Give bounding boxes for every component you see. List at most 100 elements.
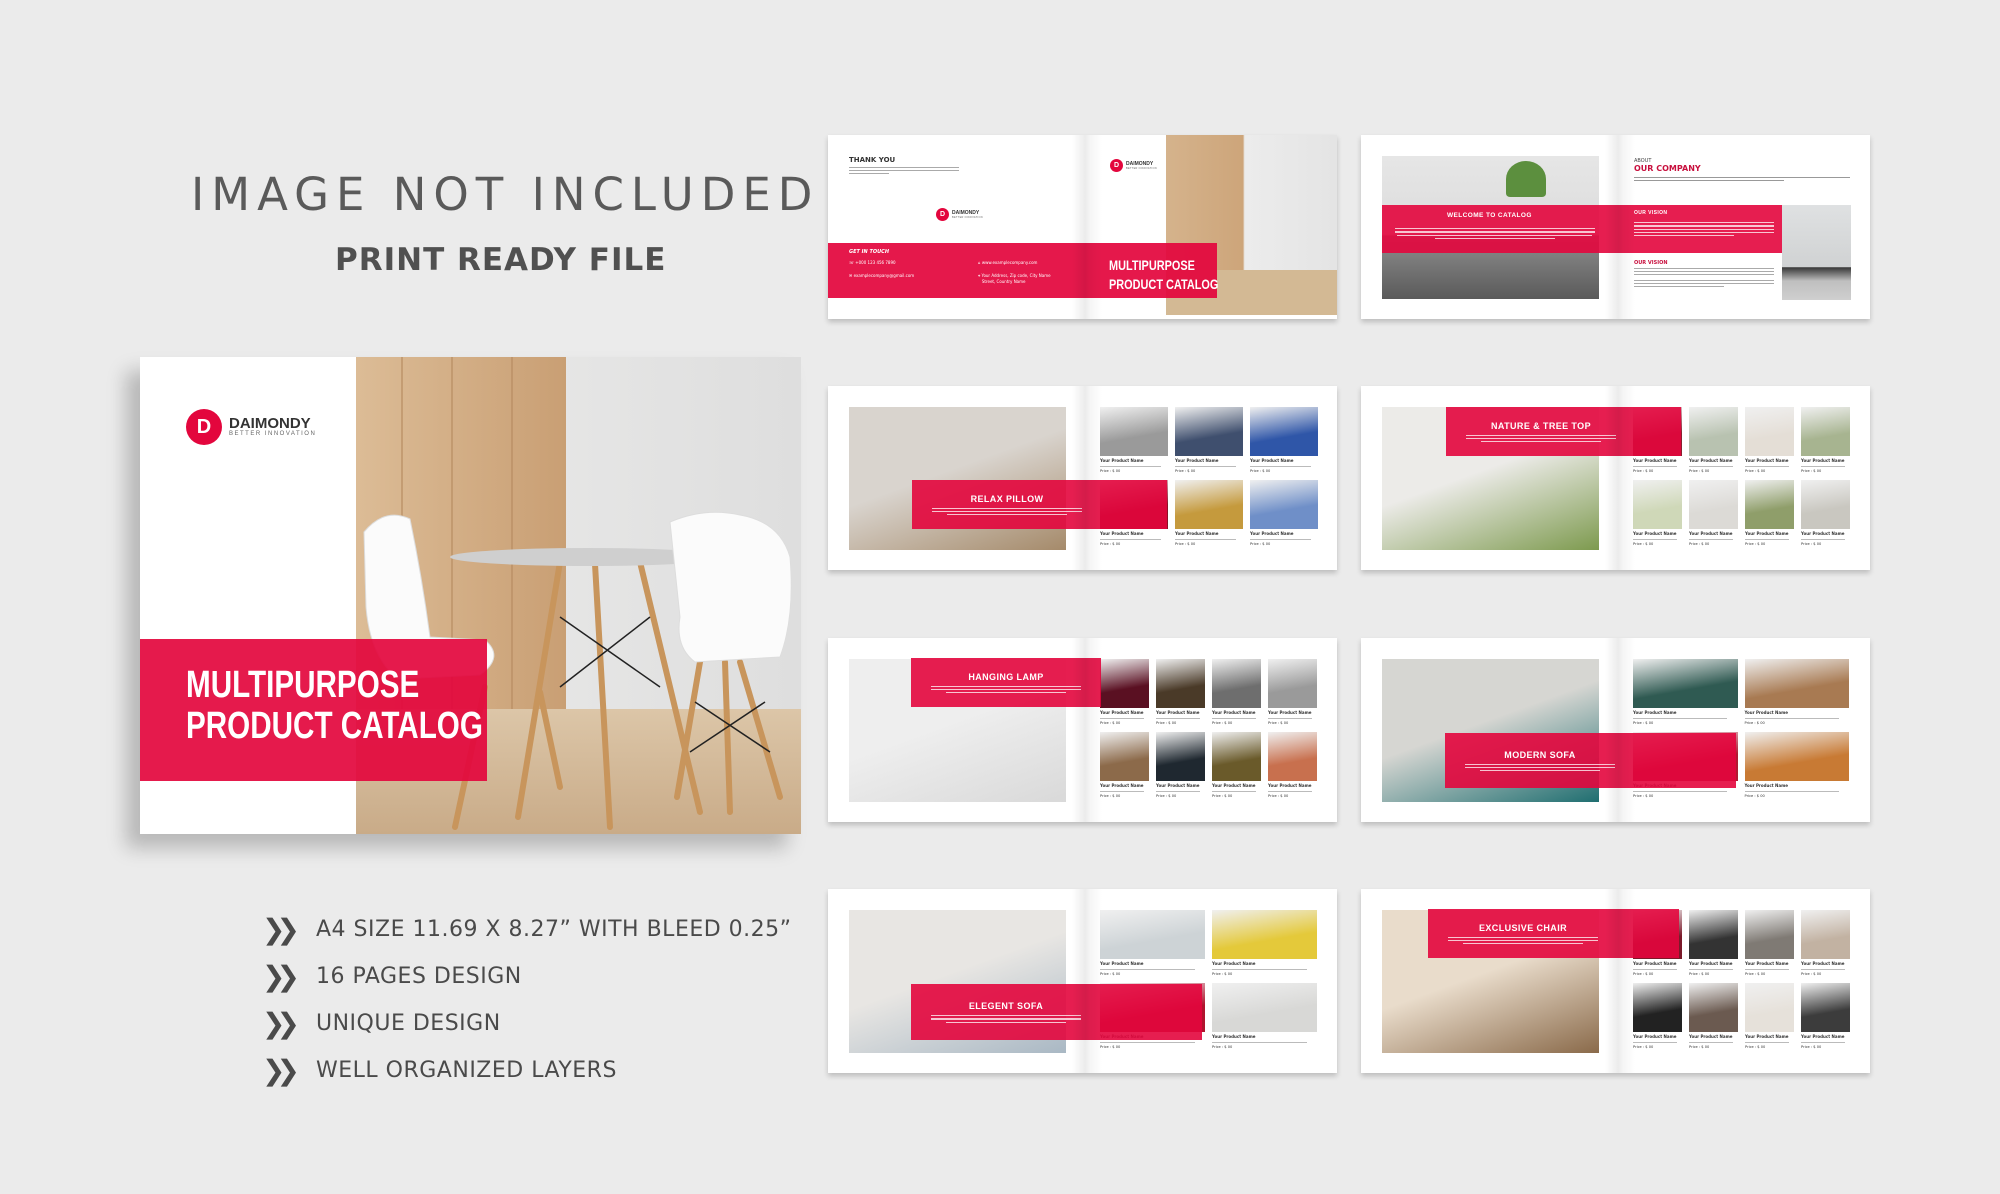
product-photo xyxy=(1801,910,1850,959)
product-card[interactable]: Your Product Name Price : $ 00 xyxy=(1212,910,1317,976)
product-card[interactable]: Your Product Name Price : $ 00 xyxy=(1744,732,1849,798)
product-description xyxy=(1212,717,1257,719)
product-card[interactable]: Your Product Name Price : $ 00 xyxy=(1212,983,1317,1049)
section-title: ELEGENT SOFA xyxy=(968,1001,1044,1012)
section-text xyxy=(1465,763,1615,772)
contact-heading: GET IN TOUCH xyxy=(849,249,890,255)
product-price: Price : $ 00 xyxy=(1633,720,1654,725)
product-card[interactable]: Your Product Name Price : $ 00 xyxy=(1633,983,1682,1049)
product-photo xyxy=(1633,480,1682,529)
product-price: Price : $ 00 xyxy=(1633,793,1654,798)
product-price: Price : $ 00 xyxy=(1156,793,1177,798)
logo-mark-icon: D xyxy=(186,409,222,445)
product-description xyxy=(1689,1041,1734,1043)
product-name: Your Product Name xyxy=(1100,531,1144,536)
product-description xyxy=(1250,465,1312,467)
product-description xyxy=(1100,538,1162,540)
product-card[interactable]: Your Product Name Price : $ 00 xyxy=(1689,480,1738,546)
product-photo xyxy=(1745,983,1794,1032)
spread-exclusive-chair: Your Product Name Price : $ 00 Your Produc… xyxy=(1361,889,1870,1073)
product-name: Your Product Name xyxy=(1689,531,1733,536)
product-price: Price : $ 00 xyxy=(1633,541,1654,546)
product-name: Your Product Name xyxy=(1801,458,1845,463)
product-card[interactable]: Your Product Name Price : $ 00 xyxy=(1801,407,1850,473)
product-card[interactable]: Your Product Name Price : $ 00 xyxy=(1100,910,1205,976)
about-text xyxy=(1634,177,1850,181)
double-chevron-right-icon: ❯❯ xyxy=(262,913,300,946)
product-card[interactable]: Your Product Name Price : $ 00 xyxy=(1633,659,1738,725)
product-price: Price : $ 00 xyxy=(1689,1044,1710,1049)
product-card[interactable]: Your Product Name Price : $ 00 xyxy=(1801,910,1850,976)
product-description xyxy=(1156,790,1201,792)
address-row: ⌖ Your Address, Zip code, City Name Stre… xyxy=(978,273,1051,284)
feature-text: WELL ORGANIZED LAYERS xyxy=(316,1058,617,1083)
product-card[interactable]: Your Product Name Price : $ 00 xyxy=(1175,407,1243,473)
product-price: Price : $ 00 xyxy=(1175,468,1196,473)
feature-item: ❯❯ 16 PAGES DESIGN xyxy=(262,953,792,1000)
section-title: RELAX PILLOW xyxy=(970,493,1044,504)
product-description xyxy=(1744,717,1839,719)
product-card[interactable]: Your Product Name Price : $ 00 xyxy=(1212,659,1261,725)
product-name: Your Product Name xyxy=(1744,710,1788,715)
product-card[interactable]: Your Product Name Price : $ 00 xyxy=(1100,732,1149,798)
product-card[interactable]: Your Product Name Price : $ 00 xyxy=(1156,659,1205,725)
product-photo xyxy=(1156,659,1205,708)
band-content: HANGING LAMP xyxy=(911,672,1101,694)
product-photo xyxy=(1175,480,1243,529)
product-card[interactable]: Your Product Name Price : $ 00 xyxy=(1689,910,1738,976)
product-description xyxy=(1212,1041,1307,1043)
product-name: Your Product Name xyxy=(1268,783,1312,788)
product-card[interactable]: Your Product Name Price : $ 00 xyxy=(1100,659,1149,725)
product-card[interactable]: Your Product Name Price : $ 00 xyxy=(1212,732,1261,798)
section-title: HANGING LAMP xyxy=(968,671,1044,682)
product-card[interactable]: Your Product Name Price : $ 00 xyxy=(1801,480,1850,546)
product-card[interactable]: Your Product Name Price : $ 00 xyxy=(1268,659,1317,725)
product-card[interactable]: Your Product Name Price : $ 00 xyxy=(1745,480,1794,546)
product-price: Price : $ 00 xyxy=(1633,468,1654,473)
product-photo xyxy=(1212,659,1261,708)
product-card[interactable]: Your Product Name Price : $ 00 xyxy=(1689,407,1738,473)
product-card[interactable]: Your Product Name Price : $ 00 xyxy=(1801,983,1850,1049)
contact-band: GET IN TOUCH ☏ +000 123 456 7890 ✉ examp… xyxy=(828,243,1218,298)
feature-item: ❯❯ WELL ORGANIZED LAYERS xyxy=(262,1047,792,1094)
product-photo xyxy=(1633,659,1738,708)
product-card[interactable]: Your Product Name Price : $ 00 xyxy=(1175,480,1243,546)
product-card[interactable]: Your Product Name Price : $ 00 xyxy=(1156,732,1205,798)
band-content: MODERN SOFA xyxy=(1445,750,1635,772)
product-card[interactable]: Your Product Name Price : $ 00 xyxy=(1633,480,1682,546)
product-name: Your Product Name xyxy=(1689,458,1733,463)
product-name: Your Product Name xyxy=(1212,961,1256,966)
title-band: ELEGENT SOFA xyxy=(911,984,1202,1040)
welcome-title: WELCOME TO CATALOG xyxy=(1447,212,1532,219)
product-card[interactable]: Your Product Name Price : $ 00 xyxy=(1268,732,1317,798)
product-photo xyxy=(1689,407,1738,456)
product-price: Price : $ 00 xyxy=(1212,720,1233,725)
product-card[interactable]: Your Product Name Price : $ 00 xyxy=(1250,407,1318,473)
product-description xyxy=(1801,968,1846,970)
feature-text: 16 PAGES DESIGN xyxy=(316,964,522,989)
section-text xyxy=(1466,434,1616,443)
brand-tagline: BETTER INNOVATION xyxy=(952,215,983,219)
product-description xyxy=(1268,790,1313,792)
product-name: Your Product Name xyxy=(1212,783,1256,788)
product-card[interactable]: Your Product Name Price : $ 00 xyxy=(1100,407,1168,473)
product-card[interactable]: Your Product Name Price : $ 00 xyxy=(1745,983,1794,1049)
product-card[interactable]: Your Product Name Price : $ 00 xyxy=(1689,983,1738,1049)
page-gutter xyxy=(1072,386,1102,570)
product-card[interactable]: Your Product Name Price : $ 00 xyxy=(1745,407,1794,473)
product-description xyxy=(1100,790,1145,792)
product-card[interactable]: Your Product Name Price : $ 00 xyxy=(1744,659,1849,725)
product-price: Price : $ 00 xyxy=(1100,541,1121,546)
product-card[interactable]: Your Product Name Price : $ 00 xyxy=(1250,480,1318,546)
title-band: HANGING LAMP xyxy=(911,658,1101,707)
spread-relax-pillow: Your Product Name Price : $ 00 Your Produc… xyxy=(828,386,1337,570)
product-price: Price : $ 00 xyxy=(1250,468,1271,473)
product-price: Price : $ 00 xyxy=(1744,793,1765,798)
product-photo xyxy=(1745,910,1794,959)
product-card[interactable]: Your Product Name Price : $ 00 xyxy=(1745,910,1794,976)
product-price: Price : $ 00 xyxy=(1100,720,1121,725)
product-photo xyxy=(1268,732,1317,781)
product-description xyxy=(1633,790,1728,792)
vision-heading-2: OUR VISION xyxy=(1634,260,1668,266)
title-band: NATURE & TREE TOP xyxy=(1446,407,1681,456)
